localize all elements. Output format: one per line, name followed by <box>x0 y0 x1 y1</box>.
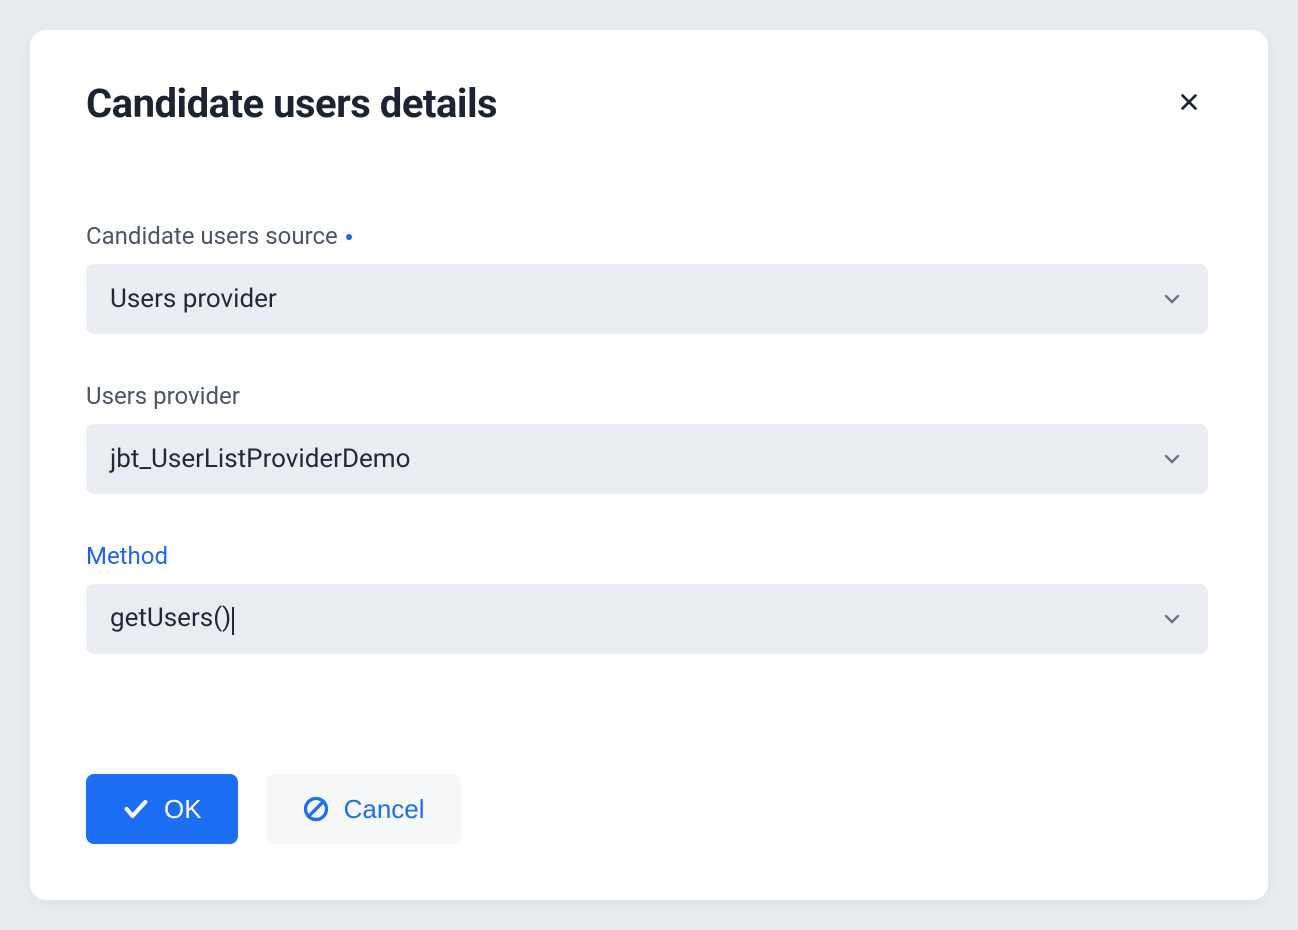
label-text: Candidate users source <box>86 222 338 250</box>
close-icon <box>1178 91 1200 116</box>
button-label: Cancel <box>344 794 425 825</box>
modal-footer: OK Cancel <box>86 774 1208 844</box>
method-select[interactable]: getUsers() <box>86 584 1208 654</box>
close-button[interactable] <box>1170 83 1208 124</box>
cancel-button[interactable]: Cancel <box>266 774 461 844</box>
chevron-down-icon <box>1160 607 1184 631</box>
candidate-users-details-modal: Candidate users details Candidate users … <box>30 30 1268 900</box>
candidate-users-source-select[interactable]: Users provider <box>86 264 1208 334</box>
candidate-users-source-group: Candidate users source Users provider <box>86 222 1208 334</box>
required-indicator-icon <box>346 234 352 240</box>
select-value: getUsers() <box>110 603 231 633</box>
check-icon <box>122 795 150 823</box>
modal-header: Candidate users details <box>86 80 1208 127</box>
candidate-users-source-label: Candidate users source <box>86 222 1208 250</box>
chevron-down-icon <box>1160 447 1184 471</box>
method-label: Method <box>86 542 1208 570</box>
users-provider-label: Users provider <box>86 382 1208 410</box>
select-value: jbt_UserListProviderDemo <box>110 444 410 474</box>
chevron-down-icon <box>1160 287 1184 311</box>
users-provider-select[interactable]: jbt_UserListProviderDemo <box>86 424 1208 494</box>
method-group: Method getUsers() <box>86 542 1208 654</box>
ban-icon <box>302 795 330 823</box>
form-body: Candidate users source Users provider Us… <box>86 222 1208 654</box>
button-label: OK <box>164 794 202 825</box>
text-cursor <box>232 607 234 635</box>
ok-button[interactable]: OK <box>86 774 238 844</box>
modal-title: Candidate users details <box>86 80 497 127</box>
users-provider-group: Users provider jbt_UserListProviderDemo <box>86 382 1208 494</box>
select-value: Users provider <box>110 284 277 314</box>
select-value-wrapper: getUsers() <box>110 603 234 636</box>
